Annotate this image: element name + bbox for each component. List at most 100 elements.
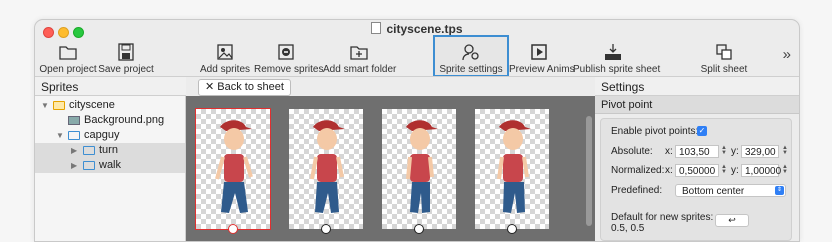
sprite-settings-label: Sprite settings [439,64,503,75]
tree-item-label: walk [99,159,122,171]
folder-icon [83,161,95,170]
tree-item-label: cityscene [69,99,115,111]
pivot-point-section-title: Pivot point [595,96,799,114]
add-smart-folder-button[interactable]: Add smart folder [323,42,397,76]
save-project-label: Save project [98,64,154,75]
default-pivot-value: 0.5, 0.5 [611,223,645,234]
add-sprites-button[interactable]: Add sprites [200,42,250,76]
absolute-y-stepper[interactable]: ▲ ▼ [782,145,788,157]
remove-image-icon [278,44,294,60]
folder-icon [68,131,80,140]
publish-sprite-sheet-button[interactable]: Publish sprite sheet [573,42,661,76]
normalized-y-label: y: [731,165,739,176]
app-window: cityscene.tps Open project Save project … [34,19,800,242]
character-sprite-image [406,120,438,213]
chevron-down-icon[interactable]: ▼ [56,128,64,143]
tree-item-walk[interactable]: ▶ walk [35,158,185,173]
sprites-panel-title: Sprites [35,76,186,96]
split-sheet-icon [716,44,732,60]
chevron-down-icon[interactable]: ▼ [41,98,49,113]
sprite-frame[interactable] [475,109,549,229]
tree-item-label: Background.png [84,114,165,126]
default-pivot-label-text: Default for new sprites: [611,212,714,223]
sprite-frame[interactable] [382,109,456,229]
enable-pivot-checkbox[interactable]: ✓ [697,126,707,136]
play-icon [531,44,547,60]
scroll-thumb[interactable] [586,116,592,226]
preview-anims-button[interactable]: Preview Anims [509,42,575,76]
folder-icon [83,146,95,155]
back-to-sheet-label: Back to sheet [217,81,284,93]
absolute-x-label: x: [665,146,673,157]
title-bar: cityscene.tps [35,20,799,40]
sprite-settings-button[interactable]: Sprite settings [433,35,509,77]
add-folder-icon [350,46,368,60]
absolute-label: Absolute: [611,146,653,157]
open-project-label: Open project [39,64,97,75]
pivot-settings-group: Enable pivot points: ✓ Absolute: x: 103,… [600,118,792,241]
predefined-select[interactable]: Bottom center ⇕ [675,184,786,197]
tree-item-turn[interactable]: ▶ turn [35,143,185,158]
tree-item-cityscene[interactable]: ▼ cityscene [35,98,185,113]
publish-sprite-sheet-label: Publish sprite sheet [573,64,661,75]
sprites-tree: ▼ cityscene Background.png ▼ capguy ▶ tu… [35,96,186,241]
predefined-value: Bottom center [682,186,745,197]
preview-anims-label: Preview Anims [509,64,575,75]
sprite-canvas[interactable]: ✕ Back to sheet [186,76,595,241]
enable-pivot-label: Enable pivot points: [611,126,699,137]
pivot-point-marker[interactable] [507,224,517,234]
absolute-y-label: y: [731,146,739,157]
normalized-y-field[interactable]: 1,00000 [741,164,781,177]
floppy-disk-icon [118,43,134,61]
absolute-x-field[interactable]: 103,50 [675,145,719,158]
window-title-text: cityscene.tps [386,22,463,36]
window-title: cityscene.tps [35,22,799,36]
tree-item-label: turn [99,144,118,156]
pivot-point-marker[interactable] [228,224,238,234]
publish-icon [605,44,621,60]
settings-panel: Pivot point Enable pivot points: ✓ Absol… [595,96,799,241]
chevron-right-icon[interactable]: ▶ [71,158,77,173]
canvas-toolbar: ✕ Back to sheet [186,76,595,96]
absolute-y-field[interactable]: 329,00 [741,145,779,158]
pivot-point-marker[interactable] [321,224,331,234]
normalized-x-stepper[interactable]: ▲ ▼ [721,164,727,176]
normalized-x-field[interactable]: 0,50000 [675,164,719,177]
character-sprite-image [310,120,345,213]
sprite-settings-icon [462,44,479,61]
tree-item-capguy[interactable]: ▼ capguy [35,128,185,143]
document-icon [371,22,382,34]
project-icon [53,101,65,110]
add-smart-folder-label: Add smart folder [323,64,397,75]
character-sprite-image [215,120,253,213]
remove-sprites-label: Remove sprites [254,64,324,75]
settings-panel-title: Settings [595,76,799,96]
canvas-scrollbar[interactable] [586,96,592,241]
open-project-button[interactable]: Open project [39,42,97,76]
back-to-sheet-button[interactable]: ✕ Back to sheet [198,79,291,96]
default-pivot-label: Default for new sprites: 0.5, 0.5 [611,212,715,234]
split-sheet-label: Split sheet [700,64,748,75]
sprite-frame[interactable] [289,109,363,229]
absolute-x-stepper[interactable]: ▲ ▼ [721,145,727,157]
pivot-point-marker[interactable] [414,224,424,234]
split-sheet-button[interactable]: Split sheet [699,42,749,76]
chevron-right-icon[interactable]: ▶ [71,143,77,158]
add-sprites-label: Add sprites [200,64,251,75]
remove-sprites-button[interactable]: Remove sprites [254,42,324,76]
save-project-button[interactable]: Save project [98,42,154,76]
toolbar-overflow-icon[interactable]: » [783,46,791,63]
chevron-updown-icon: ⇕ [775,186,784,195]
normalized-label: Normalized: [611,165,665,176]
character-sprite-image [497,120,531,213]
normalized-y-stepper[interactable]: ▲ ▼ [782,164,788,176]
image-file-icon [68,116,80,125]
close-icon: ✕ [205,81,215,93]
predefined-label: Predefined: [611,185,663,196]
apply-default-button[interactable]: ↩ [715,214,749,227]
folder-open-icon [59,46,77,60]
toolbar: Open project Save project Add sprites Re… [35,35,799,77]
normalized-x-label: x: [665,165,673,176]
tree-item-background[interactable]: Background.png [35,113,185,128]
sprite-frame[interactable] [195,108,271,230]
